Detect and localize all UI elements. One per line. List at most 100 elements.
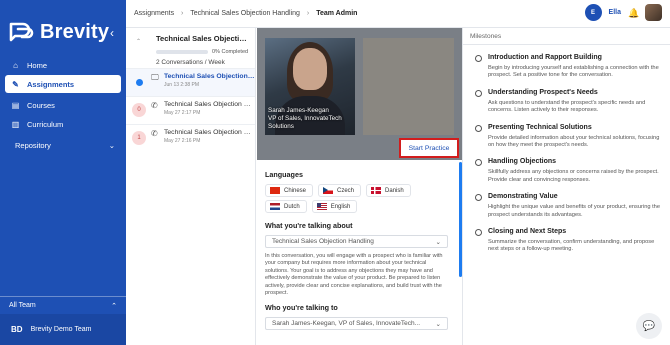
persona-value: Sarah James-Keegan, VP of Sales, Innovat… xyxy=(272,320,421,328)
language-chinese[interactable]: Chinese xyxy=(265,184,314,197)
conversation-title: Technical Sales Objection Handling xyxy=(164,101,255,108)
milestone-title: Demonstrating Value xyxy=(488,193,558,201)
conversation-title: Technical Sales Objection Handling xyxy=(164,129,255,136)
assignment-cadence: 2 Conversations / Week xyxy=(156,59,225,66)
user-area: E Ella 🔔 xyxy=(584,4,662,21)
courses-icon: ▤ xyxy=(11,100,20,110)
milestone-description: Summarize the conversation, confirm unde… xyxy=(488,239,655,253)
breadcrumb-current: Team Admin xyxy=(316,10,358,17)
sidebar-item-repository[interactable]: Repository ⌄ xyxy=(5,135,121,155)
milestone-description: Ask questions to understand the prospect… xyxy=(488,99,646,114)
user-name[interactable]: Ella xyxy=(609,9,621,16)
chevron-up-icon: ⌃ xyxy=(111,302,117,310)
milestone-radio[interactable] xyxy=(475,194,482,202)
chevron-down-icon: ⌄ xyxy=(435,320,441,328)
milestone-item: Closing and Next Steps Summarize the con… xyxy=(463,228,670,254)
monitor-icon: 🖵 xyxy=(151,73,159,82)
unread-dot xyxy=(136,79,143,86)
milestone-item: Understanding Prospect's Needs Ask quest… xyxy=(463,89,670,115)
breadcrumb-assignments[interactable]: Assignments xyxy=(134,10,174,17)
sidebar-item-label: Courses xyxy=(27,100,55,110)
persona-name: Sarah James-Keegan xyxy=(268,107,329,114)
conversation-item[interactable]: 1 ✆ Technical Sales Objection Handling M… xyxy=(126,124,255,152)
talking-to-label: Who you're talking to xyxy=(265,303,338,313)
conversation-item[interactable]: 🖵 Technical Sales Objection Handling Jun… xyxy=(126,68,255,96)
milestones-header: Milestones xyxy=(463,28,670,45)
sidebar-item-home[interactable]: ⌂ Home xyxy=(5,56,121,74)
milestone-title: Closing and Next Steps xyxy=(488,228,567,236)
milestone-item: Presenting Technical Solutions Provide d… xyxy=(463,124,670,150)
milestone-radio[interactable] xyxy=(475,124,482,132)
czech-flag-icon xyxy=(323,187,334,194)
persona-select[interactable]: Sarah James-Keegan, VP of Sales, Innovat… xyxy=(265,317,448,331)
language-label: Czech xyxy=(337,187,355,194)
language-danish[interactable]: Danish xyxy=(366,184,411,197)
language-options: Chinese Czech Danish Dutch English xyxy=(265,184,454,213)
milestone-radio[interactable] xyxy=(475,89,482,97)
milestone-radio[interactable] xyxy=(475,55,482,62)
milestone-item: Introduction and Rapport Building Begin … xyxy=(463,54,670,80)
progress-bar xyxy=(156,50,208,54)
milestone-title: Presenting Technical Solutions xyxy=(488,123,592,131)
us-flag-icon xyxy=(316,203,327,210)
topic-select[interactable]: Technical Sales Objection Handling ⌄ xyxy=(265,235,448,248)
conversation-date: May 27 2:16 PM xyxy=(164,138,201,144)
topic-value: Technical Sales Objection Handling xyxy=(272,238,374,245)
user-badge[interactable]: E xyxy=(584,4,602,21)
team-selector[interactable]: All Team ⌃ xyxy=(0,296,126,314)
assignment-header[interactable]: ⌃ Technical Sales Objection Handling 0% … xyxy=(126,28,255,68)
scenario-panel: Sarah James-Keegan VP of Sales, Innovate… xyxy=(257,28,462,345)
sidebar-nav: ⌂ Home ✎ Assignments ▤ Courses ▥ Curricu… xyxy=(5,56,121,155)
breadcrumb-assignment[interactable]: Technical Sales Objection Handling xyxy=(190,10,300,17)
sidebar-item-label: Repository xyxy=(15,140,51,150)
chevron-up-icon[interactable]: ⌃ xyxy=(136,38,141,45)
milestone-description: Skillfully address any objections or con… xyxy=(488,169,659,183)
milestone-title: Understanding Prospect's Needs xyxy=(488,88,598,96)
curriculum-icon: ▥ xyxy=(11,119,20,129)
language-english[interactable]: English xyxy=(311,200,358,213)
team-switcher[interactable]: BD Brevity Demo Team xyxy=(0,314,126,345)
persona-caption: Sarah James-Keegan VP of Sales, Innovate… xyxy=(268,107,352,131)
sidebar-item-courses[interactable]: ▤ Courses xyxy=(5,96,121,114)
bell-icon[interactable]: 🔔 xyxy=(628,8,639,18)
chevron-right-icon: › xyxy=(181,10,184,17)
sidebar-item-assignments[interactable]: ✎ Assignments xyxy=(5,75,121,93)
conversation-date: May 27 2:17 PM xyxy=(164,110,201,116)
language-czech[interactable]: Czech xyxy=(318,184,362,197)
milestone-radio[interactable] xyxy=(475,159,482,167)
home-icon: ⌂ xyxy=(13,60,18,70)
scenario-details: Languages Chinese Czech Danish Dutch Eng… xyxy=(257,160,462,345)
breadcrumb: Assignments › Technical Sales Objection … xyxy=(134,10,357,17)
scene-image xyxy=(363,38,454,135)
topic-label: What you're talking about xyxy=(265,221,353,230)
language-dutch[interactable]: Dutch xyxy=(265,200,307,213)
milestone-title: Handling Objections xyxy=(488,158,557,166)
conversation-title: Technical Sales Objection Handling xyxy=(164,73,255,80)
collapse-sidebar-icon[interactable]: ‹ xyxy=(110,26,114,40)
brand-logo[interactable]: Brevity xyxy=(8,20,109,44)
team-initials: BD xyxy=(11,325,23,334)
persona-face xyxy=(293,48,327,90)
persona-company: Solutions xyxy=(268,123,294,130)
milestone-description: Begin by introducing yourself and establ… xyxy=(488,65,659,79)
avatar[interactable] xyxy=(645,4,662,21)
chevron-right-icon: › xyxy=(306,10,310,17)
progress-row: 0% Completed xyxy=(156,49,251,55)
start-practice-button[interactable]: Start Practice xyxy=(399,138,459,158)
milestone-radio[interactable] xyxy=(475,229,482,237)
sidebar-item-curriculum[interactable]: ▥ Curriculum xyxy=(5,115,121,133)
china-flag-icon xyxy=(270,187,280,194)
language-label: Dutch xyxy=(284,203,300,210)
chat-icon[interactable]: 💬 xyxy=(636,313,662,339)
milestones-panel: Milestones Introduction and Rapport Buil… xyxy=(462,28,670,345)
language-label: English xyxy=(330,203,351,210)
assignment-icon: ✎ xyxy=(12,79,19,89)
milestone-description: Highlight the unique value and benefits … xyxy=(488,204,661,218)
netherlands-flag-icon xyxy=(270,203,280,210)
milestone-title: Introduction and Rapport Building xyxy=(488,54,602,61)
conversation-item[interactable]: 0 ✆ Technical Sales Objection Handling M… xyxy=(126,96,255,124)
persona-hero: Sarah James-Keegan VP of Sales, Innovate… xyxy=(257,28,462,160)
milestone-item: Demonstrating Value Highlight the unique… xyxy=(463,193,670,219)
language-label: Danish xyxy=(385,187,404,194)
phone-icon: ✆ xyxy=(151,129,158,138)
